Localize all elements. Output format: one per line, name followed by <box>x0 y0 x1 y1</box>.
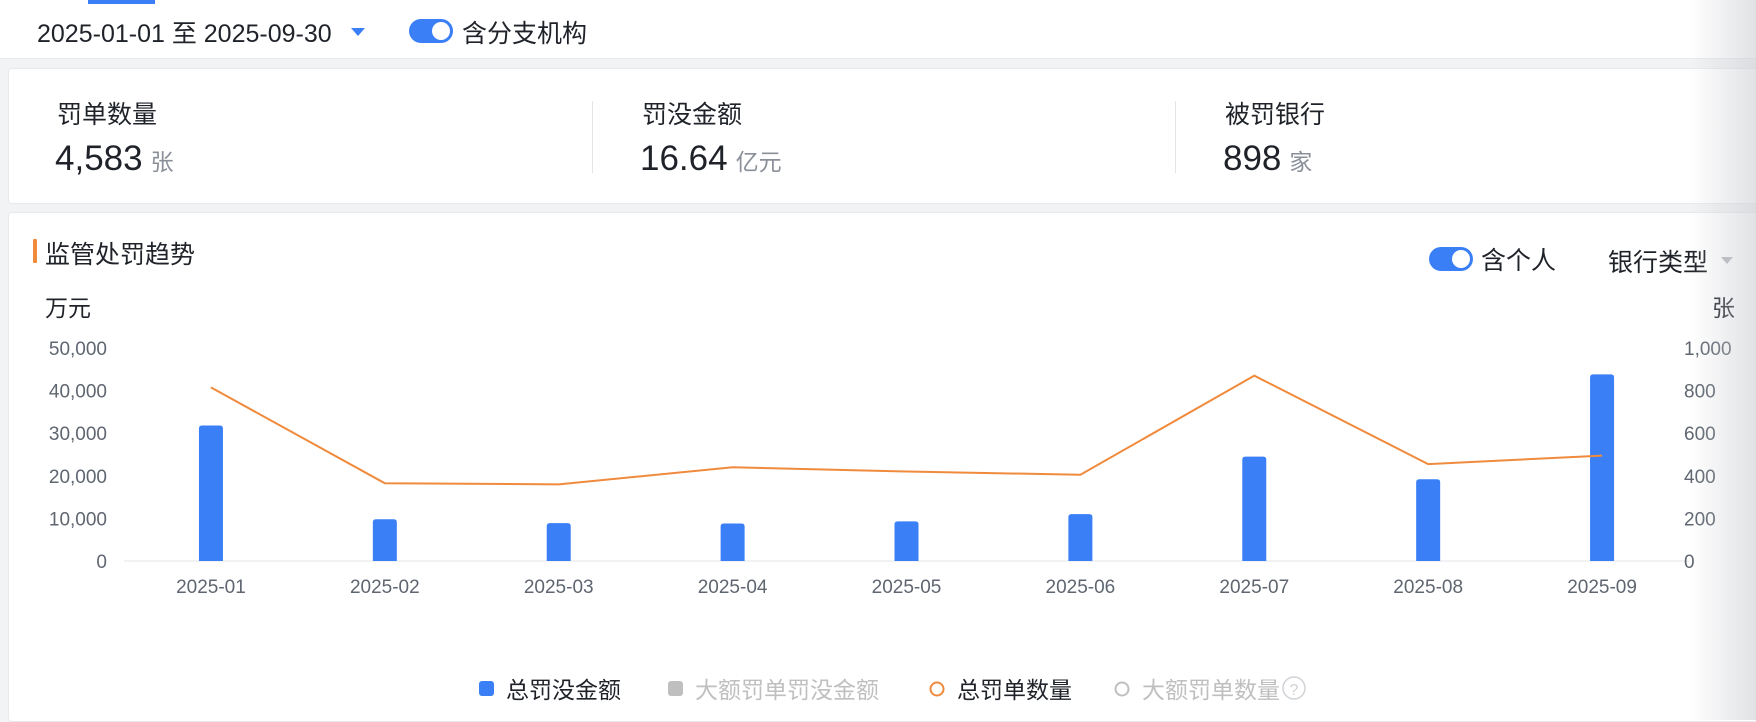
active-tab-indicator <box>88 0 155 4</box>
y-tick-label-left: 10,000 <box>49 509 107 530</box>
penalty-trend-card: 监管处罚趋势 含个人 银行类型 万元 张 0 10,000 20,000 30,000… <box>8 212 1756 722</box>
x-tick-label: 2025-06 <box>1046 577 1116 598</box>
y-tick-label-right: 600 <box>1684 424 1716 445</box>
x-tick-label: 2025-02 <box>350 577 420 598</box>
stat-unit: 亿元 <box>735 149 782 175</box>
line-total-count[interactable] <box>210 374 1603 486</box>
y-tick-label-right: 1,000 <box>1684 339 1732 360</box>
y-tick-label-right: 400 <box>1684 467 1716 488</box>
x-tick-label: 2025-07 <box>1219 577 1289 598</box>
bar-total-amount[interactable] <box>1590 374 1615 561</box>
x-tick-label: 2025-03 <box>524 577 594 598</box>
bar-total-amount[interactable] <box>1416 479 1441 561</box>
x-tick-label: 2025-05 <box>872 577 942 598</box>
y-tick-label-right: 200 <box>1684 509 1716 530</box>
help-icon-glyph: ? <box>1290 682 1299 699</box>
x-tick-label: 2025-04 <box>698 577 768 598</box>
filter-bar: 2025-01-01 至 2025-09-30 含分支机构 <box>0 0 1756 59</box>
bar-total-amount[interactable] <box>546 523 571 561</box>
stat-number: 898 <box>1223 139 1282 178</box>
bar-total-amount[interactable] <box>1068 514 1093 561</box>
toggle-knob <box>432 22 450 40</box>
y-tick-label-left: 40,000 <box>49 382 107 403</box>
stat-label: 被罚银行 <box>1225 101 1326 129</box>
legend-marker[interactable] <box>1114 681 1130 697</box>
bar-total-amount[interactable] <box>198 425 223 561</box>
date-range-picker[interactable]: 2025-01-01 至 2025-09-30 <box>37 14 332 50</box>
bar-total-amount[interactable] <box>1242 456 1267 561</box>
y-tick-label-left: 20,000 <box>49 467 107 488</box>
stat-divider <box>1175 101 1176 173</box>
stat-unit: 家 <box>1289 149 1313 175</box>
bar-total-amount[interactable] <box>372 519 397 561</box>
y-tick-label-right: 0 <box>1684 552 1695 573</box>
legend-marker[interactable] <box>929 681 945 697</box>
trend-chart: 0 10,000 20,000 30,000 40,000 50,000 0 200 400 60… <box>49 339 1732 703</box>
legend-marker[interactable] <box>479 681 494 696</box>
stat-label: 罚单数量 <box>57 101 158 129</box>
stat-number: 16.64 <box>640 139 728 178</box>
stat-divider <box>592 101 593 173</box>
summary-stats-panel: 罚单数量 4,583 张 罚没金额 16.64 亿元 被罚银行 898 家 <box>8 68 1756 204</box>
x-tick-label: 2025-09 <box>1567 577 1637 598</box>
stat-value: 4,583 张 <box>55 139 174 179</box>
x-tick-label: 2025-08 <box>1393 577 1463 598</box>
include-branches-toggle[interactable] <box>409 19 453 43</box>
legend-label[interactable]: 大额罚单罚没金额 <box>695 677 879 703</box>
x-tick-label: 2025-01 <box>176 577 246 598</box>
stat-label: 罚没金额 <box>642 101 743 129</box>
chevron-down-icon[interactable] <box>351 28 365 36</box>
legend-label[interactable]: 总罚单数量 <box>957 677 1072 703</box>
y-tick-label-left: 0 <box>96 552 107 573</box>
y-tick-label-right: 800 <box>1684 382 1716 403</box>
stat-number: 4,583 <box>55 139 143 178</box>
stat-value: 16.64 亿元 <box>640 139 782 179</box>
y-tick-label-left: 50,000 <box>49 339 107 360</box>
legend-marker[interactable] <box>668 681 683 696</box>
stat-unit: 张 <box>150 149 174 175</box>
legend-label[interactable]: 大额罚单数量 <box>1142 677 1280 703</box>
bar-total-amount[interactable] <box>894 521 919 561</box>
y-tick-label-left: 30,000 <box>49 424 107 445</box>
bar-total-amount[interactable] <box>720 523 745 561</box>
include-branches-label: 含分支机构 <box>462 20 588 48</box>
legend-label[interactable]: 总罚没金额 <box>506 677 621 703</box>
stat-value: 898 家 <box>1223 139 1312 179</box>
